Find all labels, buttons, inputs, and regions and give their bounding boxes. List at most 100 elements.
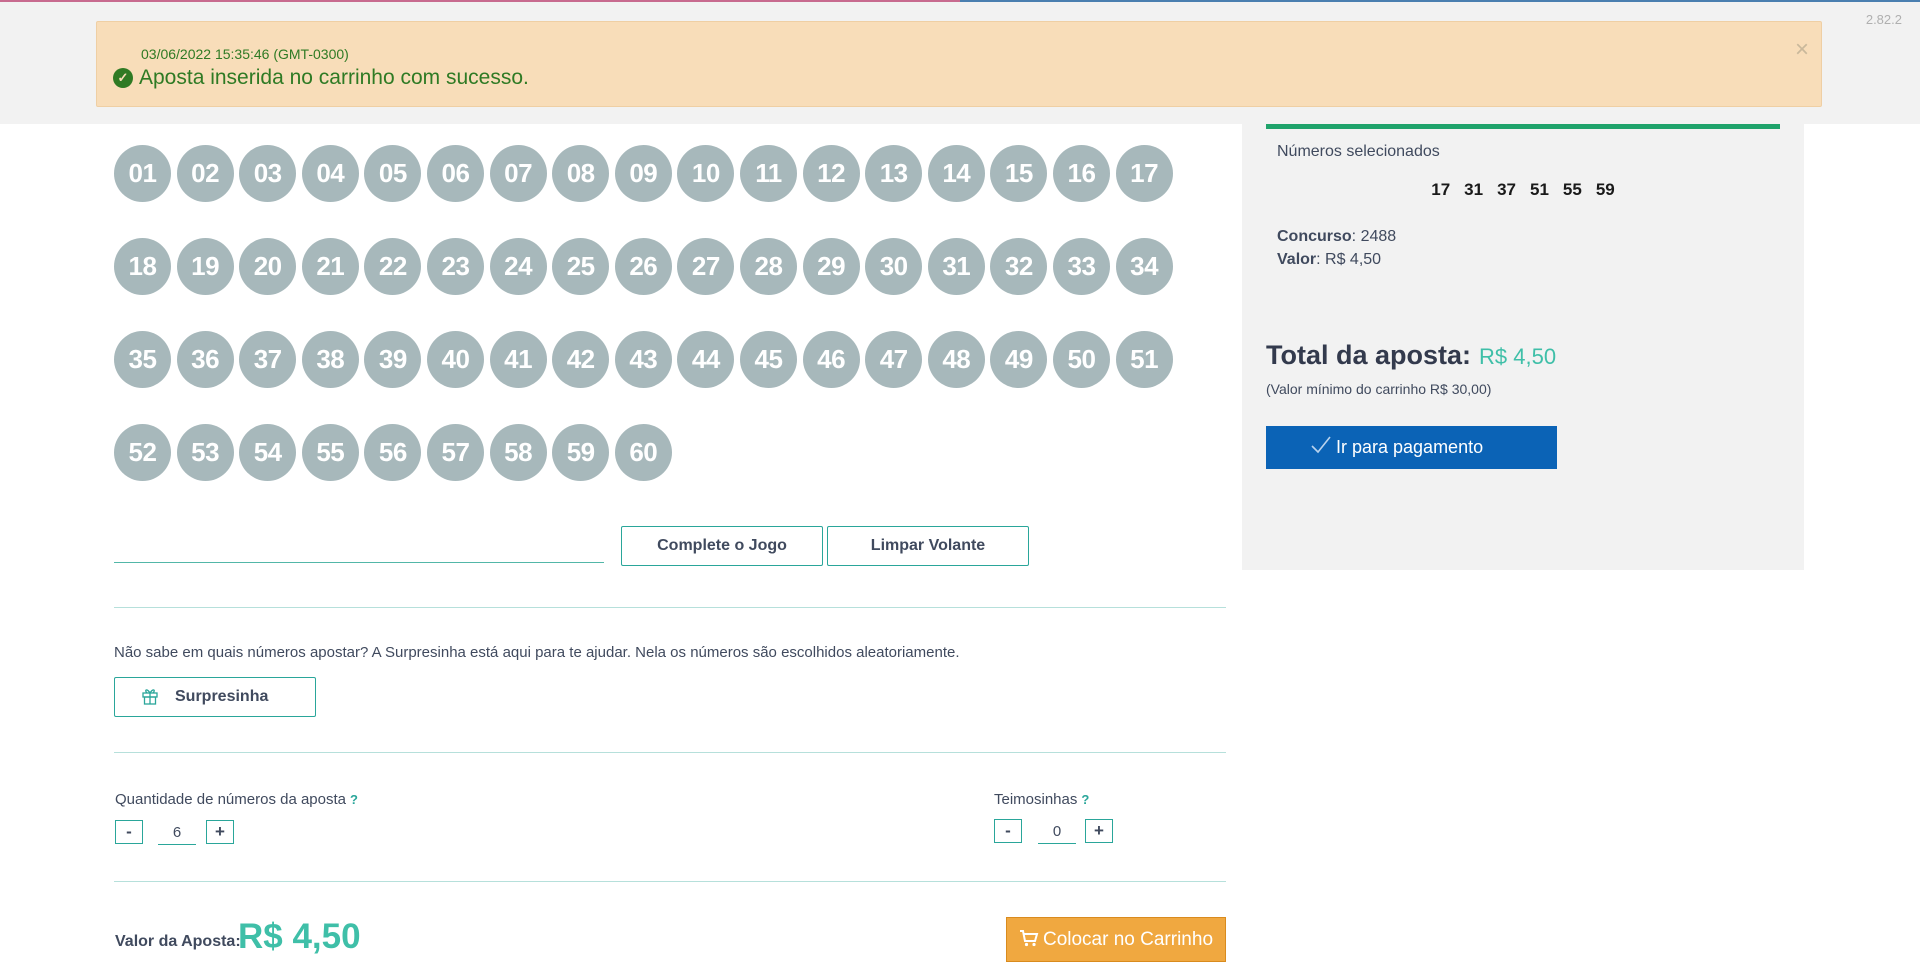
selected-number: 17: [1431, 180, 1451, 199]
help-icon[interactable]: ?: [1081, 792, 1089, 807]
number-ball[interactable]: 59: [552, 424, 610, 481]
number-input[interactable]: [114, 528, 604, 563]
number-ball[interactable]: 22: [364, 238, 422, 295]
number-ball[interactable]: 23: [427, 238, 484, 295]
number-ball[interactable]: 07: [489, 145, 547, 202]
number-ball[interactable]: 57: [427, 424, 484, 481]
number-ball[interactable]: 16: [1053, 145, 1110, 202]
quantity-label: Quantidade de números da aposta?: [115, 791, 358, 808]
concurso-label: Concurso: [1277, 228, 1352, 245]
number-ball[interactable]: 50: [1053, 331, 1110, 388]
number-ball[interactable]: 03: [239, 145, 297, 202]
number-ball[interactable]: 55: [301, 424, 359, 481]
quantity-input[interactable]: [158, 820, 196, 845]
add-to-cart-label: Colocar no Carrinho: [1042, 929, 1214, 950]
valor-info: Valor: R$ 4,50: [1277, 251, 1381, 269]
number-ball[interactable]: 40: [427, 331, 484, 388]
app-version: 2.82.2: [1865, 12, 1902, 27]
teimosinhas-minus-button[interactable]: -: [994, 819, 1022, 843]
number-ball[interactable]: 01: [114, 145, 171, 202]
check-circle-icon: ✓: [113, 68, 133, 88]
number-ball[interactable]: 43: [614, 331, 672, 388]
number-ball[interactable]: 06: [427, 145, 484, 202]
number-ball[interactable]: 25: [552, 238, 610, 295]
number-ball[interactable]: 20: [239, 238, 297, 295]
number-ball[interactable]: 49: [990, 331, 1048, 388]
close-icon[interactable]: ×: [1795, 38, 1809, 62]
top-accent-line: [0, 0, 960, 2]
number-ball[interactable]: 02: [176, 145, 234, 202]
valor-label: Valor: [1277, 251, 1317, 268]
quantity-minus-button[interactable]: -: [115, 820, 143, 844]
number-ball[interactable]: 32: [990, 238, 1048, 295]
number-ball[interactable]: 51: [1115, 331, 1173, 388]
number-ball[interactable]: 44: [677, 331, 735, 388]
number-ball[interactable]: 09: [614, 145, 672, 202]
number-ball[interactable]: 21: [301, 238, 359, 295]
valor-value: : R$ 4,50: [1316, 251, 1382, 268]
help-icon[interactable]: ?: [350, 792, 358, 807]
add-to-cart-button[interactable]: Colocar no Carrinho: [1006, 917, 1226, 962]
number-ball[interactable]: 48: [927, 331, 985, 388]
number-ball[interactable]: 30: [865, 238, 923, 295]
number-ball[interactable]: 13: [865, 145, 923, 202]
divider: [114, 752, 1226, 753]
success-alert: 03/06/2022 15:35:46 (GMT-0300) ✓ Aposta …: [96, 21, 1822, 107]
go-to-payment-button[interactable]: Ir para pagamento: [1266, 426, 1557, 469]
number-ball[interactable]: 34: [1115, 238, 1173, 295]
number-ball[interactable]: 18: [114, 238, 171, 295]
alert-message: Aposta inserida no carrinho com sucesso.: [139, 66, 529, 89]
number-ball[interactable]: 56: [364, 424, 422, 481]
number-ball[interactable]: 17: [1115, 145, 1173, 202]
clear-board-button[interactable]: Limpar Volante: [827, 526, 1029, 566]
quantity-plus-button[interactable]: +: [206, 820, 234, 844]
number-ball[interactable]: 35: [114, 331, 171, 388]
number-ball[interactable]: 29: [802, 238, 860, 295]
number-ball[interactable]: 05: [364, 145, 422, 202]
number-ball[interactable]: 54: [239, 424, 297, 481]
total-label: Total da aposta:: [1266, 340, 1472, 370]
top-accent-line-right: [960, 0, 1920, 2]
gift-icon: [142, 689, 158, 705]
number-ball[interactable]: 10: [677, 145, 735, 202]
number-ball[interactable]: 14: [927, 145, 985, 202]
number-ball[interactable]: 33: [1053, 238, 1110, 295]
number-ball[interactable]: 53: [176, 424, 234, 481]
number-ball[interactable]: 36: [176, 331, 234, 388]
number-ball[interactable]: 26: [614, 238, 672, 295]
number-ball[interactable]: 15: [990, 145, 1048, 202]
number-ball[interactable]: 39: [364, 331, 422, 388]
number-ball[interactable]: 19: [176, 238, 234, 295]
number-ball[interactable]: 46: [802, 331, 860, 388]
number-ball[interactable]: 08: [552, 145, 610, 202]
number-ball[interactable]: 37: [239, 331, 297, 388]
number-ball[interactable]: 45: [740, 331, 797, 388]
concurso-info: Concurso: 2488: [1277, 228, 1396, 246]
number-ball[interactable]: 04: [301, 145, 359, 202]
concurso-value: : 2488: [1351, 228, 1397, 245]
selected-number: 51: [1530, 180, 1549, 199]
number-ball[interactable]: 60: [614, 424, 672, 481]
total-amount: R$ 4,50: [1479, 344, 1557, 369]
number-ball[interactable]: 38: [301, 331, 359, 388]
selected-number: 59: [1595, 180, 1615, 199]
surpresinha-label: Surpresinha: [175, 688, 269, 705]
number-ball[interactable]: 24: [489, 238, 547, 295]
surpresinha-button[interactable]: Surpresinha: [114, 677, 316, 717]
number-ball[interactable]: 42: [552, 331, 610, 388]
teimosinhas-plus-button[interactable]: +: [1085, 819, 1113, 843]
number-ball[interactable]: 52: [114, 424, 171, 481]
number-ball[interactable]: 41: [489, 331, 547, 388]
number-ball[interactable]: 58: [489, 424, 547, 481]
bet-summary-panel: Números selecionados 17 31 37 51 55 59 Concur…: [1242, 124, 1804, 570]
progress-bar: [1266, 124, 1780, 129]
complete-game-button[interactable]: Complete o Jogo: [621, 526, 823, 566]
check-icon: [1311, 436, 1331, 454]
number-ball[interactable]: 12: [802, 145, 860, 202]
number-ball[interactable]: 28: [740, 238, 797, 295]
number-ball[interactable]: 11: [740, 145, 797, 202]
number-ball[interactable]: 47: [865, 331, 923, 388]
number-ball[interactable]: 27: [677, 238, 735, 295]
teimosinhas-input[interactable]: [1038, 819, 1076, 844]
number-ball[interactable]: 31: [927, 238, 985, 295]
